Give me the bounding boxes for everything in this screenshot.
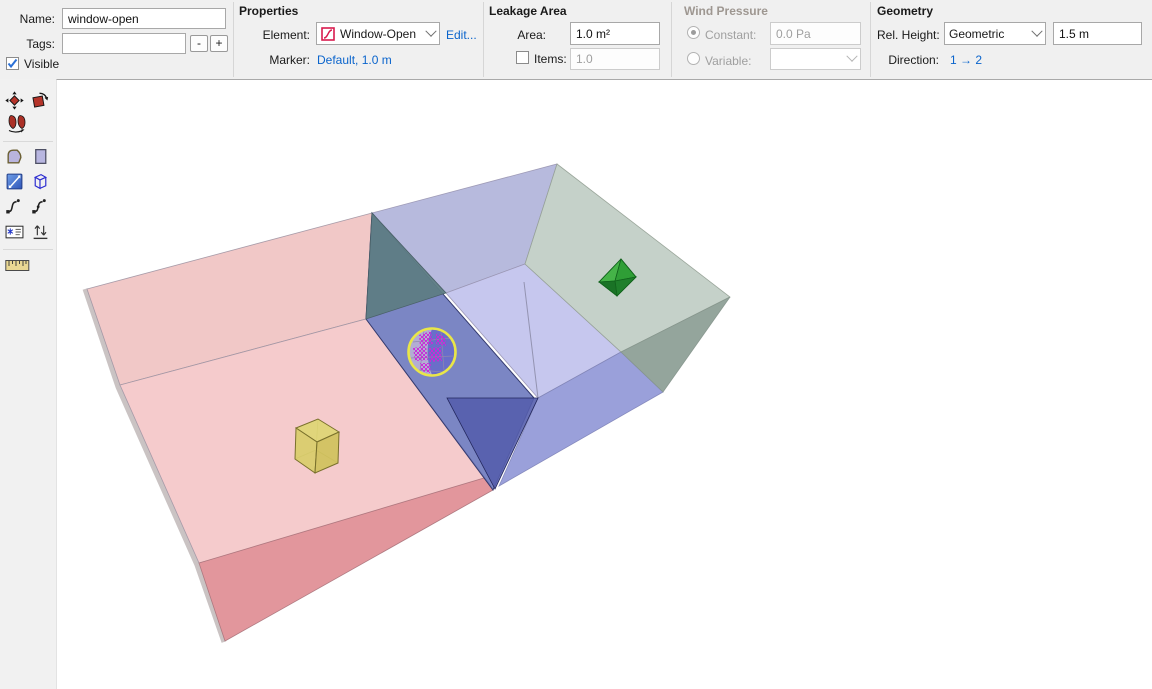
visible-label: Visible	[24, 57, 59, 71]
separator	[3, 141, 53, 142]
rotate-tool-button[interactable]	[28, 89, 50, 111]
variable-label: Variable:	[705, 54, 751, 68]
properties-form-icon	[5, 222, 24, 241]
separator	[483, 2, 484, 77]
marker-label: Marker:	[240, 53, 310, 67]
flow-path-sphere-marker[interactable]	[409, 329, 456, 376]
rotate-icon	[30, 91, 49, 110]
separator	[671, 2, 672, 77]
area-input[interactable]	[570, 22, 660, 45]
element-label: Element:	[240, 28, 310, 42]
direction-label: Direction:	[877, 53, 939, 67]
rel-height-label: Rel. Height:	[877, 28, 939, 42]
area-label: Area:	[490, 28, 546, 42]
tags-label: Tags:	[0, 37, 55, 51]
radio-dot	[691, 30, 696, 35]
name-input[interactable]	[62, 8, 226, 29]
flow-path-tool-button[interactable]	[3, 170, 25, 192]
pan-icon	[5, 91, 24, 110]
property-toolbar: Name: Tags: - + Visible Properties Eleme…	[0, 0, 1152, 79]
orbit-icon	[5, 114, 31, 134]
tags-input[interactable]	[62, 33, 186, 54]
ruler-icon	[5, 258, 30, 273]
variable-radio	[687, 52, 700, 65]
zone-box-tool-button[interactable]	[29, 145, 51, 167]
marker-value-link[interactable]: Default, 1.0 m	[317, 53, 392, 67]
check-icon	[7, 58, 18, 69]
tag-remove-button[interactable]: -	[190, 35, 208, 52]
items-label: Items:	[534, 52, 567, 66]
items-checkbox[interactable]	[516, 51, 529, 64]
separator	[3, 249, 53, 250]
direction-value-link[interactable]: 1 → 2	[950, 53, 982, 67]
spline-points-tool-button[interactable]	[29, 195, 51, 217]
edit-element-link[interactable]: Edit...	[446, 28, 477, 42]
orbit-tool-button[interactable]	[3, 113, 33, 135]
wind-pressure-header: Wind Pressure	[684, 4, 768, 18]
zone-polygon-icon	[5, 147, 24, 166]
zone-3d-box-icon	[31, 172, 50, 191]
properties-form-tool-button[interactable]	[3, 220, 25, 242]
level-sort-icon	[31, 222, 50, 241]
visible-checkbox[interactable]	[6, 57, 19, 70]
chevron-down-icon	[846, 51, 857, 62]
separator	[870, 2, 871, 77]
spline-points-icon	[31, 197, 50, 216]
chevron-down-icon	[425, 25, 436, 36]
spline-tool-button[interactable]	[3, 195, 25, 217]
3d-viewport[interactable]	[56, 79, 1152, 689]
items-input	[570, 48, 660, 70]
tag-add-button[interactable]: +	[210, 35, 228, 52]
application-window: { "topbar": { "name_label": "Name:", "na…	[0, 0, 1152, 689]
zone-box-icon	[31, 147, 50, 166]
zone-3d-tool-button[interactable]	[29, 170, 51, 192]
rel-height-input[interactable]	[1053, 22, 1142, 45]
flow-path-icon	[5, 172, 24, 191]
level-sort-tool-button[interactable]	[29, 220, 51, 242]
separator	[233, 2, 234, 77]
leakage-area-header: Leakage Area	[489, 4, 567, 18]
element-value: Window-Open	[340, 27, 423, 41]
element-dropdown[interactable]: Window-Open	[316, 22, 440, 45]
zone-polygon-tool-button[interactable]	[3, 145, 25, 167]
constant-label: Constant:	[705, 28, 756, 42]
ruler-tool-button[interactable]	[3, 254, 31, 276]
window-open-element-icon	[321, 27, 335, 41]
variable-dropdown	[770, 48, 861, 70]
pan-tool-button[interactable]	[3, 89, 25, 111]
name-label: Name:	[0, 12, 55, 26]
properties-header: Properties	[239, 4, 298, 18]
chevron-down-icon	[1031, 25, 1042, 36]
geometry-header: Geometry	[877, 4, 933, 18]
3d-scene	[57, 80, 1152, 689]
spline-icon	[5, 197, 24, 216]
tool-strip	[0, 79, 56, 689]
constant-pressure-input	[770, 22, 861, 45]
rel-height-mode-value: Geometric	[949, 27, 1029, 41]
constant-radio	[687, 26, 700, 39]
rel-height-mode-dropdown[interactable]: Geometric	[944, 22, 1046, 45]
